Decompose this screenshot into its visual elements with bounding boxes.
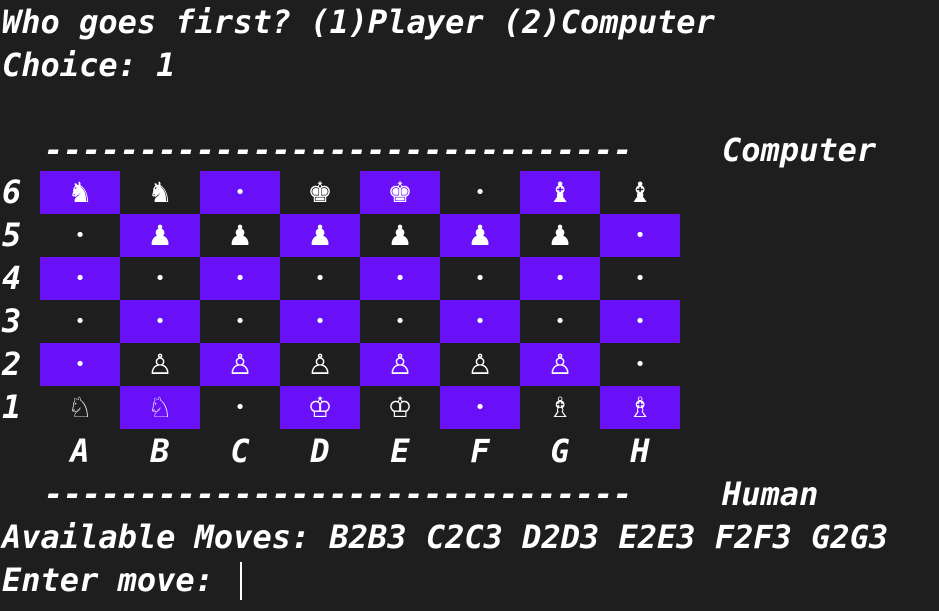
square-c5-pawn-icon: ♟ bbox=[227, 219, 253, 252]
first-player-prompt: Who goes first? (1)Player (2)Computer bbox=[2, 3, 715, 41]
square-a1-knight-icon: ♘ bbox=[67, 391, 93, 424]
square-e6-king-icon: ♚ bbox=[360, 171, 440, 214]
file-label: G bbox=[550, 432, 570, 470]
top-divider: ------------------------------- bbox=[44, 131, 632, 169]
square-b6-knight-icon: ♞ bbox=[147, 176, 173, 209]
computer-side-label: Computer bbox=[722, 131, 877, 169]
square-d6-king-icon: ♚ bbox=[307, 176, 333, 209]
square-a3-empty: • bbox=[74, 311, 86, 332]
square-h6-bishop-icon: ♝ bbox=[627, 176, 653, 209]
enter-move-prompt[interactable]: Enter move: bbox=[2, 560, 233, 600]
square-g3-empty: • bbox=[554, 311, 566, 332]
board-row-3: • • • • • • • • bbox=[40, 300, 680, 343]
board-row-1: ♘ ♘ • ♔ ♔ • ♗ ♗ bbox=[40, 386, 680, 429]
rank-label: 1 bbox=[2, 388, 22, 426]
square-c4-empty: • bbox=[200, 257, 280, 300]
file-label: H bbox=[630, 432, 650, 470]
available-moves-line: Available Moves: B2B3 C2C3 D2D3 E2E3 F2F… bbox=[2, 518, 889, 556]
file-label: A bbox=[70, 432, 90, 470]
square-e3-empty: • bbox=[394, 311, 406, 332]
file-label: B bbox=[150, 432, 170, 470]
rank-label: 2 bbox=[2, 345, 22, 383]
square-f4-empty: • bbox=[474, 268, 486, 289]
square-f2-pawn-icon: ♙ bbox=[467, 348, 493, 381]
square-d3-empty: • bbox=[280, 300, 360, 343]
chess-board: ♞ ♞ • ♚ ♚ • ♝ ♝ • ♟ ♟ ♟ ♟ ♟ ♟ • • • • • … bbox=[40, 171, 680, 429]
square-b5-pawn-icon: ♟ bbox=[120, 214, 200, 257]
bottom-divider: ------------------------------- bbox=[44, 475, 632, 513]
square-g1-bishop-icon: ♗ bbox=[547, 391, 573, 424]
square-b4-empty: • bbox=[154, 268, 166, 289]
square-g6-bishop-icon: ♝ bbox=[520, 171, 600, 214]
square-h2-empty: • bbox=[634, 354, 646, 375]
rank-label: 3 bbox=[2, 302, 22, 340]
file-label: E bbox=[390, 432, 410, 470]
square-a5-empty: • bbox=[74, 225, 86, 246]
square-h5-empty: • bbox=[600, 214, 680, 257]
square-d2-pawn-icon: ♙ bbox=[307, 348, 333, 381]
file-label: C bbox=[230, 432, 250, 470]
square-g5-pawn-icon: ♟ bbox=[547, 219, 573, 252]
rank-label: 4 bbox=[2, 259, 22, 297]
square-d1-king-icon: ♔ bbox=[280, 386, 360, 429]
square-e5-pawn-icon: ♟ bbox=[387, 219, 413, 252]
text-cursor[interactable] bbox=[240, 562, 242, 600]
square-d5-pawn-icon: ♟ bbox=[280, 214, 360, 257]
square-f3-empty: • bbox=[440, 300, 520, 343]
square-a6-knight-icon: ♞ bbox=[40, 171, 120, 214]
human-side-label: Human bbox=[722, 475, 819, 513]
square-f6-empty: • bbox=[474, 182, 486, 203]
square-d4-empty: • bbox=[314, 268, 326, 289]
square-f5-pawn-icon: ♟ bbox=[440, 214, 520, 257]
rank-label: 6 bbox=[2, 173, 22, 211]
square-h3-empty: • bbox=[600, 300, 680, 343]
choice-line: Choice: 1 bbox=[2, 46, 176, 84]
square-c1-empty: • bbox=[234, 397, 246, 418]
file-label: F bbox=[470, 432, 490, 470]
square-b2-pawn-icon: ♙ bbox=[147, 348, 173, 381]
square-e1-king-icon: ♔ bbox=[387, 391, 413, 424]
board-row-2: • ♙ ♙ ♙ ♙ ♙ ♙ • bbox=[40, 343, 680, 386]
square-a2-empty: • bbox=[40, 343, 120, 386]
rank-label: 5 bbox=[2, 216, 22, 254]
square-b3-empty: • bbox=[120, 300, 200, 343]
square-c2-pawn-icon: ♙ bbox=[200, 343, 280, 386]
board-row-6: ♞ ♞ • ♚ ♚ • ♝ ♝ bbox=[40, 171, 680, 214]
square-h4-empty: • bbox=[634, 268, 646, 289]
board-row-4: • • • • • • • • bbox=[40, 257, 680, 300]
square-f1-empty: • bbox=[440, 386, 520, 429]
file-label: D bbox=[310, 432, 330, 470]
square-c6-empty: • bbox=[200, 171, 280, 214]
board-row-5: • ♟ ♟ ♟ ♟ ♟ ♟ • bbox=[40, 214, 680, 257]
square-e2-pawn-icon: ♙ bbox=[360, 343, 440, 386]
square-b1-knight-icon: ♘ bbox=[120, 386, 200, 429]
square-g2-pawn-icon: ♙ bbox=[520, 343, 600, 386]
square-e4-empty: • bbox=[360, 257, 440, 300]
square-h1-bishop-icon: ♗ bbox=[600, 386, 680, 429]
square-a4-empty: • bbox=[40, 257, 120, 300]
square-c3-empty: • bbox=[234, 311, 246, 332]
square-g4-empty: • bbox=[520, 257, 600, 300]
